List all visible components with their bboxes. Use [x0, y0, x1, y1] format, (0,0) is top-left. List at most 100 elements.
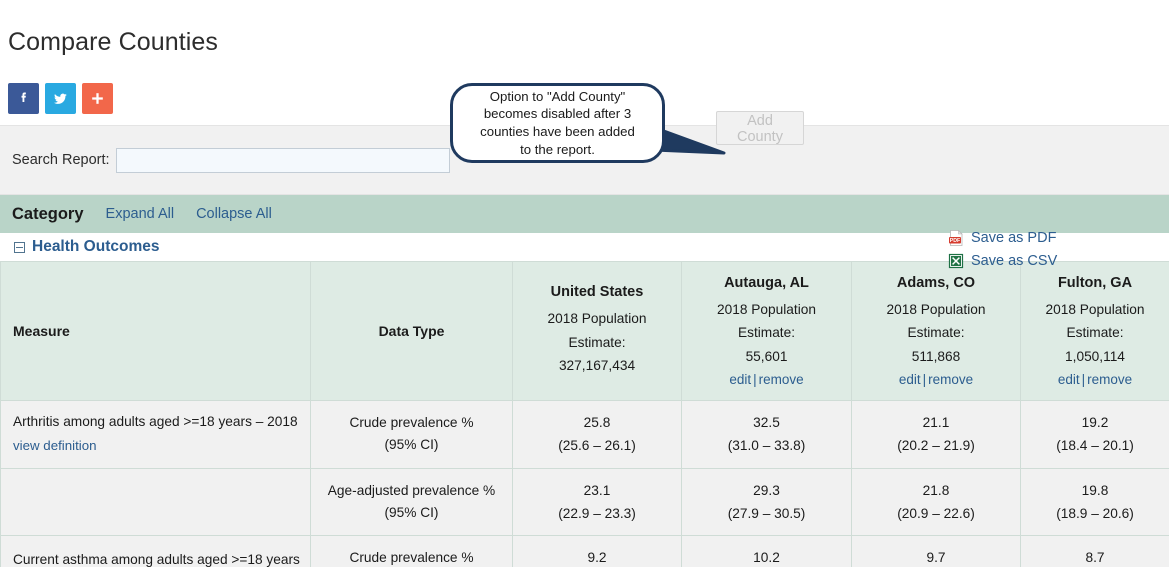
facebook-share-button[interactable] [8, 83, 39, 114]
value-estimate: 9.7 [926, 550, 946, 566]
geo-population-value: 327,167,434 [558, 358, 636, 374]
add-county-button[interactable]: Add County [716, 111, 804, 145]
geo-population-label: 2018 Population [1045, 301, 1145, 317]
remove-autauga-link[interactable]: remove [759, 372, 804, 387]
save-as-csv-label: Save as CSV [971, 252, 1058, 269]
column-header-adams: Adams, CO 2018 Population Estimate: 511,868… [851, 261, 1021, 401]
value-estimate: 9.2 [587, 550, 607, 566]
action-separator: | [922, 372, 927, 388]
measure-cell: Arthritis among adults aged >=18 years –… [0, 400, 311, 469]
expand-all-link[interactable]: Expand All [106, 206, 175, 222]
value-confidence-interval: (18.4 – 20.1) [1056, 438, 1134, 454]
table-header: Measure Data Type United States 2018 Popula… [0, 261, 1169, 401]
value-cell: 32.5 (31.0 – 33.8) [681, 400, 852, 469]
table-body: Arthritis among adults aged >=18 years –… [0, 400, 1169, 567]
geo-name: United States [550, 284, 644, 301]
action-separator: | [753, 372, 757, 388]
value-confidence-interval: (31.0 – 33.8) [727, 438, 806, 454]
save-as-csv-link[interactable]: Save as CSV [948, 253, 1057, 269]
value-estimate: 10.2 [753, 550, 780, 566]
pdf-file-icon: PDF [948, 229, 964, 246]
value-confidence-interval: (20.9 – 22.6) [897, 505, 975, 521]
excel-file-icon [948, 253, 964, 269]
table-row: Arthritis among adults aged >=18 years –… [0, 400, 1169, 469]
geo-population-label: 2018 Population [886, 301, 986, 317]
action-separator: | [1081, 372, 1086, 388]
search-report-input[interactable] [115, 147, 450, 173]
value-cell: 19.8 (18.9 – 20.6) [1020, 467, 1169, 537]
column-header-us: United States 2018 Population Estimate: 327… [512, 261, 682, 401]
collapse-minus-icon[interactable] [14, 241, 25, 253]
callout-text: Option to "Add County" becomes disabled … [480, 88, 635, 157]
value-estimate: 29.3 [753, 482, 780, 498]
measure-label: Arthritis among adults aged >=18 years –… [13, 414, 298, 430]
edit-fulton-link[interactable]: edit [1058, 372, 1080, 387]
comparison-table: Measure Data Type United States 2018 Popula… [0, 261, 1169, 567]
page-title: Compare Counties [8, 27, 219, 56]
measure-cell: Current asthma among adults aged >=18 ye… [0, 535, 311, 567]
edit-adams-link[interactable]: edit [899, 372, 921, 387]
geo-population-value: 55,601 [745, 348, 788, 364]
geo-population-label: Estimate: [1066, 325, 1124, 341]
more-share-button[interactable] [82, 83, 113, 114]
search-report-label: Search Report: [12, 152, 110, 168]
data-type-label: Crude prevalence % [349, 550, 474, 566]
edit-autauga-link[interactable]: edit [729, 372, 751, 387]
value-cell: 23.1 (22.9 – 23.3) [512, 467, 682, 537]
geo-population-value: 511,868 [911, 348, 961, 364]
twitter-share-button[interactable] [45, 83, 76, 114]
remove-fulton-link[interactable]: remove [1087, 372, 1132, 387]
confidence-interval-label: (95% CI) [384, 504, 439, 520]
value-estimate: 19.2 [1081, 415, 1109, 430]
table-row: Age-adjusted prevalence % (95% CI) 23.1 (22… [0, 467, 1169, 537]
geo-name: Adams, CO [896, 274, 976, 291]
measure-label: Current asthma among adults aged >=18 ye… [13, 551, 300, 567]
value-cell: 21.1 (20.2 – 21.9) [851, 400, 1021, 469]
value-estimate: 8.7 [1085, 550, 1105, 566]
plus-icon [89, 90, 106, 107]
geo-population-value: 1,050,114 [1065, 348, 1125, 364]
value-cell: 10.2(9.6 – 10.7) [681, 535, 852, 567]
save-as-pdf-link[interactable]: PDF Save as PDF [948, 229, 1057, 246]
view-definition-link[interactable]: view definition [13, 436, 97, 455]
data-type-label: Age-adjusted prevalence % [327, 482, 496, 498]
add-county-callout-tooltip: Option to "Add County" becomes disabled … [450, 83, 665, 163]
value-estimate: 21.1 [922, 415, 950, 430]
svg-text:PDF: PDF [950, 238, 961, 244]
section-title-health-outcomes[interactable]: Health Outcomes [32, 238, 159, 256]
facebook-icon [15, 90, 32, 107]
value-estimate: 21.8 [922, 482, 950, 498]
table-header-row: Measure Data Type United States 2018 Popula… [0, 261, 1169, 401]
column-header-autauga: Autauga, AL 2018 Population Estimate: 55,60… [681, 261, 852, 401]
geo-population-label: Estimate: [737, 325, 796, 341]
value-cell: 9.7(9.2 – 10.2) [851, 535, 1021, 567]
twitter-icon [51, 89, 70, 108]
geo-actions: edit | remove [860, 372, 1012, 387]
value-cell: 29.3 (27.9 – 30.5) [681, 467, 852, 537]
geo-population-label: 2018 Population [717, 301, 816, 317]
collapse-all-link[interactable]: Collapse All [196, 206, 272, 222]
save-as-pdf-label: Save as PDF [971, 229, 1057, 246]
geo-population-label: 2018 Population [547, 311, 647, 327]
geo-actions: edit | remove [690, 372, 843, 387]
value-cell: 19.2 (18.4 – 20.1) [1020, 400, 1169, 469]
geo-population-label: Estimate: [568, 334, 626, 350]
data-type-cell: Crude prevalence %(95% CI) [310, 535, 513, 567]
value-confidence-interval: (20.2 – 21.9) [897, 438, 975, 454]
value-cell: 25.8 (25.6 – 26.1) [512, 400, 682, 469]
geo-name: Fulton, GA [1057, 274, 1133, 291]
remove-adams-link[interactable]: remove [928, 372, 973, 387]
value-estimate: 23.1 [583, 482, 611, 498]
data-type-label: Crude prevalence % [349, 415, 474, 431]
column-header-fulton: Fulton, GA 2018 Population Estimate: 1,050,… [1020, 261, 1169, 401]
export-links: PDF Save as PDF Save as CSV [948, 229, 1057, 269]
value-confidence-interval: (25.6 – 26.1) [558, 438, 636, 454]
value-cell: 8.7(8.3 – 9.2) [1020, 535, 1169, 567]
value-confidence-interval: (18.9 – 20.6) [1056, 505, 1134, 521]
geo-name: Autauga, AL [724, 274, 809, 291]
measure-cell [0, 467, 311, 537]
value-estimate: 32.5 [753, 415, 780, 430]
value-confidence-interval: (27.9 – 30.5) [727, 505, 806, 521]
geo-actions: edit | remove [1029, 372, 1161, 387]
geo-population-label: Estimate: [907, 325, 965, 341]
